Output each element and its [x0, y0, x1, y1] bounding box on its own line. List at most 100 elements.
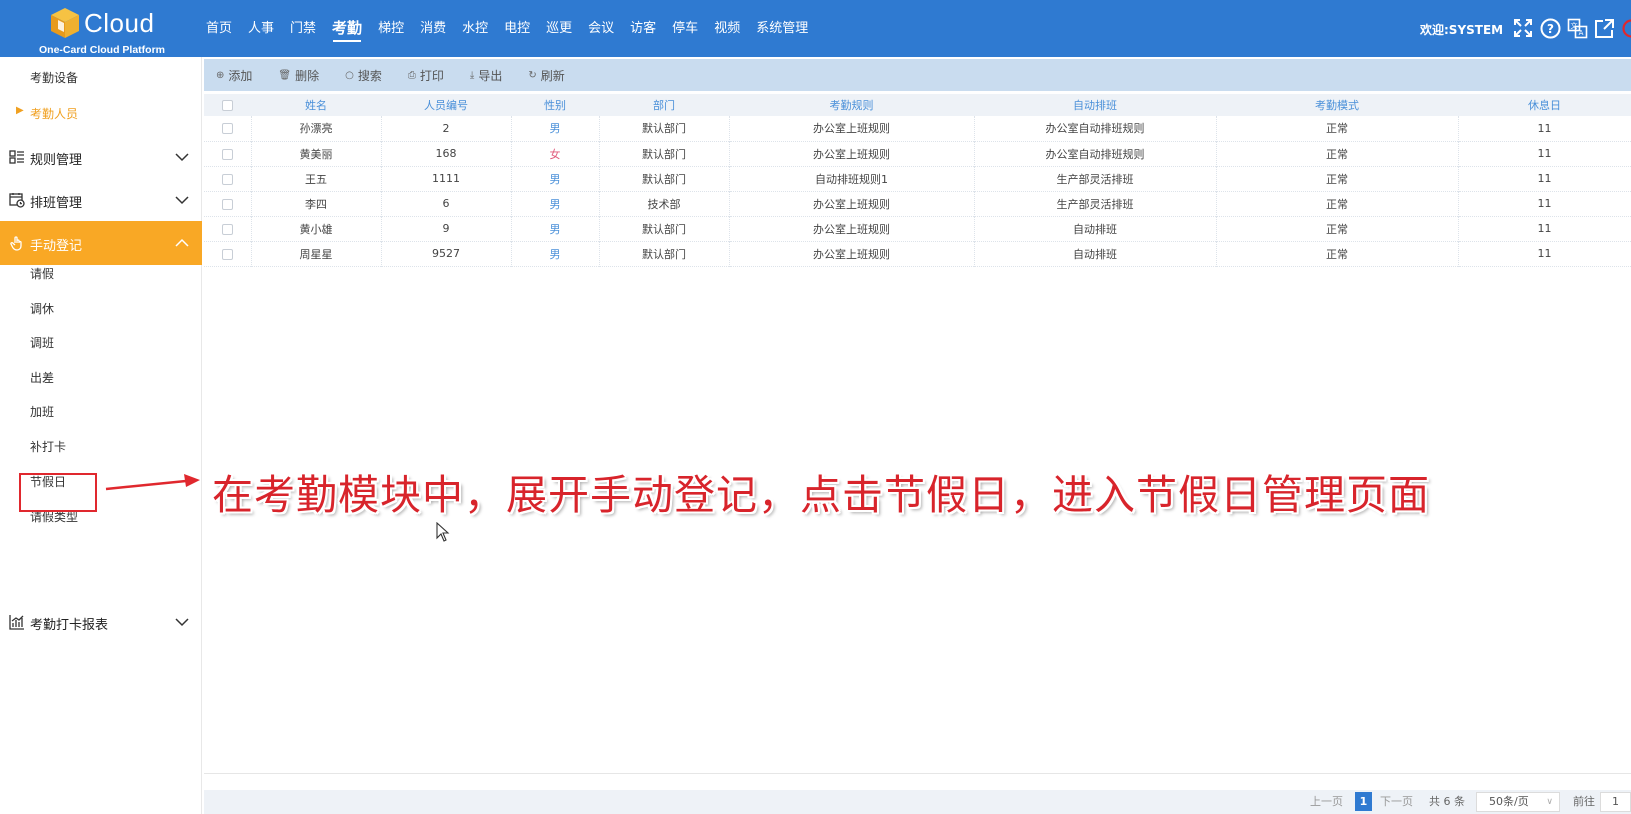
- page-size-value: 50条/页: [1489, 795, 1529, 808]
- nav-item[interactable]: 电控: [496, 0, 538, 57]
- nav-item[interactable]: 系统管理: [748, 0, 816, 57]
- cube-logo-icon: [51, 8, 79, 38]
- chevron-up-icon: [175, 238, 189, 247]
- goto-page-input[interactable]: 1: [1600, 792, 1631, 812]
- bar-chart-icon: [9, 615, 24, 630]
- attendance-person-table: 姓名 人员编号 性别 部门 考勤规则 自动排班 考勤模式 休息日 孙漂亮 2 男默认部门 办公室上班…: [204, 94, 1631, 267]
- header-icon-group: ? 文A: [1512, 17, 1631, 39]
- chevron-down-icon: [175, 153, 189, 162]
- nav-item[interactable]: 会议: [580, 0, 622, 57]
- fullscreen-icon[interactable]: [1512, 17, 1534, 39]
- nav-item[interactable]: 视频: [706, 0, 748, 57]
- sidebar-subitem[interactable]: 加班: [0, 403, 202, 425]
- column-header[interactable]: 部门: [599, 94, 729, 116]
- table-cell: 正常: [1216, 191, 1459, 216]
- column-header[interactable]: 考勤模式: [1216, 94, 1458, 116]
- sidebar-group-attendance-report[interactable]: 考勤打卡报表: [0, 600, 202, 644]
- table-cell: 1111: [381, 166, 512, 191]
- table-row[interactable]: 王五 1111 男默认部门 自动排班规则1 生产部灵活排班 正常 11: [204, 166, 1631, 191]
- prev-page-button[interactable]: 上一页: [1310, 793, 1343, 809]
- welcome-text: 欢迎:SYSTEM: [1420, 23, 1504, 37]
- goto-label: 前往: [1573, 795, 1595, 808]
- help-icon[interactable]: ?: [1539, 17, 1561, 39]
- sidebar-group-manual-registration[interactable]: 手动登记: [0, 221, 202, 265]
- table-cell: 办公室上班规则: [729, 116, 975, 141]
- nav-item[interactable]: 梯控: [370, 0, 412, 57]
- delete-button[interactable]: 🗑︎ 删除: [278, 67, 319, 84]
- table-cell: 正常: [1216, 166, 1459, 191]
- refresh-label: 刷新: [540, 68, 565, 83]
- column-header[interactable]: 姓名: [251, 94, 381, 116]
- search-label: 搜索: [357, 68, 382, 83]
- table-row[interactable]: 黄美丽 168 女默认部门 办公室上班规则 办公室自动排班规则 正常 11: [204, 141, 1631, 166]
- row-checkbox[interactable]: [221, 123, 233, 135]
- column-header[interactable]: 自动排班: [974, 94, 1216, 116]
- sidebar-group-rule-management[interactable]: 规则管理: [0, 135, 202, 179]
- table-cell: 默认部门: [599, 166, 730, 191]
- sidebar-subitem[interactable]: 调班: [0, 334, 202, 356]
- column-header[interactable]: 性别: [511, 94, 599, 116]
- nav-item[interactable]: 水控: [454, 0, 496, 57]
- sidebar-item-attendance-device[interactable]: 考勤设备: [0, 69, 202, 91]
- row-checkbox[interactable]: [221, 223, 233, 235]
- table-cell: 9527: [381, 241, 512, 266]
- table-row[interactable]: 孙漂亮 2 男默认部门 办公室上班规则 办公室自动排班规则 正常 11: [204, 116, 1631, 141]
- column-header[interactable]: 休息日: [1458, 94, 1631, 116]
- caret-right-icon: ▶: [16, 105, 24, 116]
- column-header[interactable]: 人员编号: [381, 94, 511, 116]
- power-icon[interactable]: [1620, 17, 1631, 39]
- table-cell: 男: [511, 116, 600, 141]
- table-row[interactable]: 周星星 9527 男默认部门 办公室上班规则 自动排班 正常 11: [204, 241, 1631, 266]
- logo-title: Cloud: [84, 8, 155, 38]
- sidebar-item-attendance-person[interactable]: ▶ 考勤人员: [0, 105, 202, 127]
- table-cell: 王五: [251, 166, 382, 191]
- table-cell: 168: [381, 141, 512, 166]
- app-window: Cloud One-Card Cloud Platform 首页 人事 门禁 考勤 梯控…: [0, 0, 1631, 814]
- sidebar-subitem[interactable]: 调休: [0, 300, 202, 322]
- export-button[interactable]: ⤓ 导出: [470, 67, 502, 84]
- nav-item[interactable]: 门禁: [282, 0, 324, 57]
- table-cell: 正常: [1216, 216, 1459, 241]
- language-icon[interactable]: 文A: [1566, 17, 1588, 39]
- row-checkbox[interactable]: [221, 148, 233, 160]
- table-row[interactable]: 黄小雄 9 男默认部门 办公室上班规则 自动排班 正常 11: [204, 216, 1631, 241]
- table-cell: 技术部: [599, 191, 730, 216]
- trash-icon: 🗑︎: [278, 69, 292, 81]
- next-page-button[interactable]: 下一页: [1380, 793, 1413, 809]
- print-button[interactable]: ⎙ 打印: [408, 67, 444, 84]
- rule-list-icon: [9, 150, 24, 164]
- sidebar-subitem-label: 出差: [30, 371, 55, 385]
- nav-item[interactable]: 消费: [412, 0, 454, 57]
- table-cell: 默认部门: [599, 216, 730, 241]
- sidebar-subitem[interactable]: 请假: [0, 265, 202, 287]
- refresh-button[interactable]: ↻ 刷新: [528, 67, 564, 84]
- column-header[interactable]: 考勤规则: [729, 94, 974, 116]
- sidebar-group-shift-management[interactable]: 排班管理: [0, 178, 202, 222]
- current-page-button[interactable]: 1: [1355, 792, 1372, 811]
- page-size-select[interactable]: 50条/页 ∨: [1476, 792, 1560, 812]
- table-cell: 孙漂亮: [251, 116, 382, 141]
- table-cell: 自动排班: [974, 216, 1217, 241]
- nav-item[interactable]: 巡更: [538, 0, 580, 57]
- sidebar-subitem[interactable]: 出差: [0, 369, 202, 391]
- sidebar-group-label: 排班管理: [30, 196, 83, 211]
- select-all-checkbox[interactable]: [222, 100, 233, 111]
- external-link-icon[interactable]: [1593, 17, 1615, 39]
- nav-item[interactable]: 考勤: [324, 0, 370, 57]
- add-button[interactable]: ⊕ 添加: [216, 67, 252, 84]
- row-checkbox[interactable]: [221, 173, 233, 185]
- nav-item[interactable]: 访客: [622, 0, 664, 57]
- table-row[interactable]: 李四 6 男技术部 办公室上班规则 生产部灵活排班 正常 11: [204, 191, 1631, 216]
- sidebar-subitem[interactable]: 补打卡: [0, 438, 202, 460]
- mouse-cursor-icon: [436, 522, 450, 542]
- table-cell: 周星星: [251, 241, 382, 266]
- nav-item[interactable]: 首页: [198, 0, 240, 57]
- row-checkbox[interactable]: [221, 198, 233, 210]
- row-checkbox[interactable]: [221, 248, 233, 260]
- sidebar-subitem-label: 请假: [30, 267, 55, 281]
- nav-item[interactable]: 人事: [240, 0, 282, 57]
- pagination-bar: [204, 790, 1631, 814]
- search-button[interactable]: ○ 搜索: [345, 67, 382, 84]
- nav-item[interactable]: 停车: [664, 0, 706, 57]
- table-cell: 正常: [1216, 141, 1459, 166]
